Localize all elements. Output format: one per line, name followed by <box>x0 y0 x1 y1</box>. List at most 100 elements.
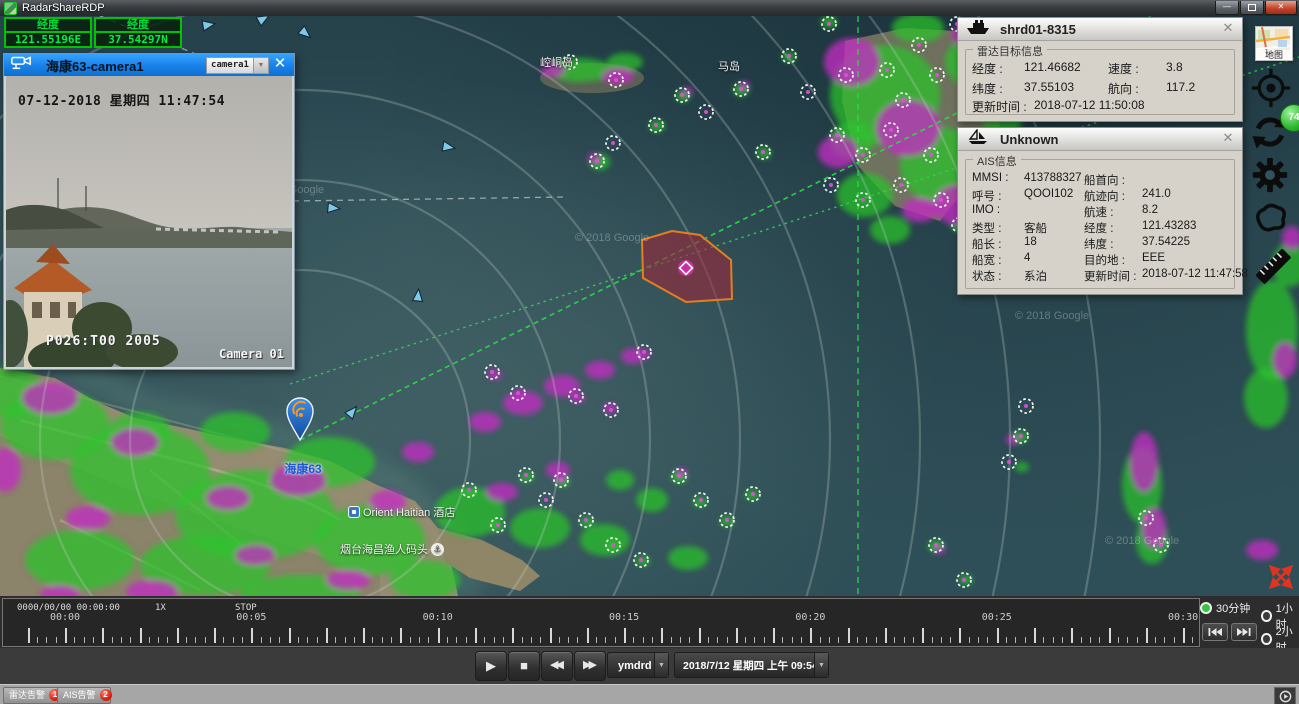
radar-alarm-button[interactable]: 雷达告警 1 <box>3 687 60 704</box>
timeline-rate: 1X <box>155 603 166 613</box>
expand-arrows-icon[interactable] <box>1268 564 1294 590</box>
radar-target-marker[interactable] <box>699 105 713 119</box>
camera-title: 海康63-camera1 <box>46 56 144 75</box>
camera-window[interactable]: 海康63-camera1 camera1 ▼ ✕ <box>3 53 295 370</box>
range-30min-option[interactable]: 30分钟 <box>1200 600 1250 616</box>
timeline-minor-tick <box>167 637 168 643</box>
field-value: 121.46682 <box>1024 60 1081 74</box>
field-text: 241.0 <box>1142 188 1171 200</box>
ais-panel-close-icon[interactable]: ✕ <box>1220 130 1236 146</box>
radar-target-marker[interactable] <box>539 493 553 507</box>
minimize-button[interactable]: — <box>1215 1 1239 15</box>
radar-echo-blob <box>486 483 518 501</box>
timeline-minor-tick <box>801 637 802 643</box>
timeline-minor-tick <box>1025 637 1026 643</box>
timeline-major-tick <box>438 628 440 643</box>
timeline-major-tick <box>475 628 477 643</box>
timeline-tick-label: 00:00 <box>45 612 85 623</box>
timeline-minor-tick <box>643 637 644 643</box>
ais-vessel-icon[interactable] <box>442 141 456 153</box>
chevron-down-icon[interactable]: ▼ <box>654 653 668 677</box>
radar-target-panel[interactable]: shrd01-8315 ✕ 雷达目标信息 经度 : 121.46682 速度 :… <box>957 17 1243 122</box>
fast-forward-button[interactable]: ▶▶ <box>574 651 606 681</box>
stop-button[interactable]: ■ <box>508 651 540 681</box>
timeline-minor-tick <box>158 637 159 643</box>
radar-target-marker[interactable] <box>1019 399 1033 413</box>
measure-ruler-icon[interactable] <box>1252 245 1294 292</box>
radar-echo-blob <box>402 442 434 462</box>
ship-icon <box>966 19 990 40</box>
ais-field-row: IMO :航速 :8.2 <box>966 204 1234 220</box>
timeline-major-tick <box>1034 628 1036 643</box>
radio-icon[interactable] <box>1261 633 1272 645</box>
timeline-minor-tick <box>223 637 224 643</box>
field-text: 更新时间 : <box>1084 268 1136 284</box>
timeline-minor-tick <box>1127 637 1128 643</box>
camera-video-scene <box>6 76 292 367</box>
radar-panel-titlebar[interactable]: shrd01-8315 ✕ <box>958 18 1242 41</box>
timeline-minor-tick <box>764 637 765 643</box>
skip-forward-button[interactable] <box>1231 623 1257 641</box>
map-style-button[interactable]: 地图 <box>1255 26 1293 61</box>
ais-vessel-icon[interactable] <box>413 289 424 302</box>
radar-panel-close-icon[interactable]: ✕ <box>1220 20 1236 36</box>
timeline-minor-tick <box>792 637 793 643</box>
timeline-minor-tick <box>503 637 504 643</box>
camera-titlebar[interactable]: 海康63-camera1 camera1 ▼ ✕ <box>4 54 294 76</box>
ais-field-row: 状态 :系泊更新时间 :2018-07-12 11:47:58 <box>966 268 1234 284</box>
ais-vessel-icon[interactable] <box>328 203 341 214</box>
ais-vessel-icon[interactable] <box>256 16 271 26</box>
ais-info-panel[interactable]: Unknown ✕ AIS信息 MMSI :413788327船首向 :呼号 :… <box>957 127 1243 295</box>
field-text: 状态 : <box>972 268 1001 284</box>
timeline-major-tick <box>65 628 67 643</box>
timeline-minor-tick <box>298 637 299 643</box>
camera-video: 07-12-2018 星期四 11:47:54 P026:T00 2005 Ca… <box>6 76 292 367</box>
play-button[interactable]: ▶ <box>475 651 507 681</box>
playback-datetime-picker[interactable]: 2018/7/12 星期四 上午 09:54 ▼ <box>674 652 829 678</box>
timeline-minor-tick <box>932 637 933 643</box>
polygon-draw-icon[interactable] <box>1252 200 1290 239</box>
close-button[interactable]: ✕ <box>1265 1 1297 15</box>
playback-mode-select[interactable]: ymdrd ▼ <box>607 652 669 678</box>
timeline-minor-tick <box>335 637 336 643</box>
sailboat-icon <box>966 129 990 150</box>
field-text: 航迹向 : <box>1084 188 1125 204</box>
rewind-button[interactable]: ◀◀ <box>541 651 573 681</box>
skip-backward-button[interactable] <box>1202 623 1228 641</box>
camera-selector[interactable]: camera1 <box>206 57 254 74</box>
restricted-zone-polygon[interactable] <box>642 231 732 302</box>
tray-record-button[interactable] <box>1274 687 1296 704</box>
chevron-down-icon[interactable]: ▼ <box>814 653 828 677</box>
timeline-major-tick <box>1183 628 1185 643</box>
camera-selector-arrow[interactable]: ▼ <box>253 57 269 74</box>
field-text: MMSI : <box>972 172 1008 184</box>
timeline-major-tick <box>661 628 663 643</box>
playback-mode-value: ymdrd <box>618 660 652 672</box>
cctv-camera-icon <box>10 55 32 75</box>
timeline-ruler[interactable]: 0000/00/00 00:00:00 1X STOP 00:0000:0500… <box>2 598 1200 647</box>
timeline-minor-tick <box>559 637 560 643</box>
ais-field-row: MMSI :413788327船首向 : <box>966 172 1234 188</box>
settings-gear-icon[interactable] <box>1250 157 1290 198</box>
timeline-minor-tick <box>1053 637 1054 643</box>
ais-alarm-button[interactable]: AIS告警 2 <box>57 687 111 704</box>
window-titlebar[interactable]: RadarShareRDP — ✕ <box>0 0 1299 16</box>
timeline-minor-tick <box>540 637 541 643</box>
ais-panel-titlebar[interactable]: Unknown ✕ <box>958 128 1242 151</box>
field-text: 呼号 : <box>972 188 1001 204</box>
alarm-count-badge: 2 <box>100 689 112 701</box>
timeline-minor-tick <box>149 637 150 643</box>
ais-vessel-icon[interactable] <box>298 26 314 41</box>
radar-target-marker[interactable] <box>606 136 620 150</box>
camera-close-icon[interactable]: ✕ <box>270 55 290 73</box>
timeline-minor-tick <box>633 637 634 643</box>
maximize-button[interactable] <box>1240 1 1264 15</box>
timeline-major-tick <box>922 628 924 643</box>
radio-icon[interactable] <box>1261 610 1272 622</box>
radio-icon[interactable] <box>1200 602 1212 614</box>
radar-target-marker[interactable] <box>824 178 838 192</box>
timeline-minor-tick <box>1174 637 1175 643</box>
ais-vessel-icon[interactable] <box>202 19 216 31</box>
radar-share-rdp-app: © 2018 Google© 2018 Google© 2018 Google©… <box>0 0 1299 704</box>
radar-echo-blob <box>668 546 708 570</box>
